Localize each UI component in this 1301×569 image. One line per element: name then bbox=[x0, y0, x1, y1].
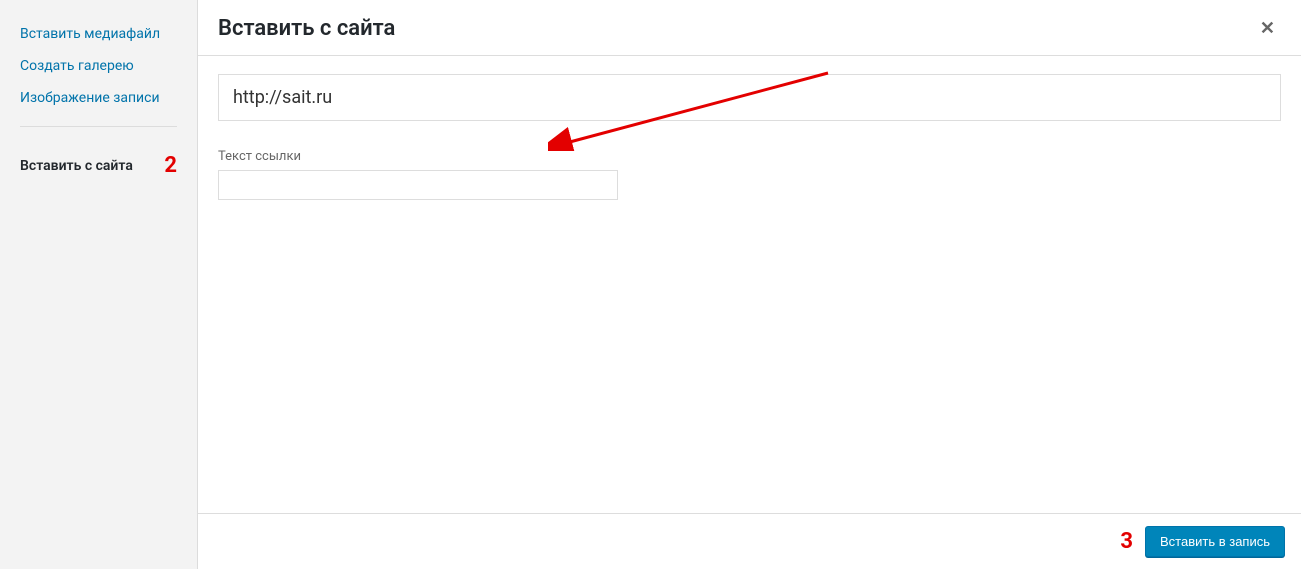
sidebar-item-create-gallery[interactable]: Создать галерею bbox=[0, 50, 197, 82]
annotation-step-2: 2 bbox=[164, 153, 177, 178]
dialog-header: Вставить с сайта ✕ bbox=[198, 0, 1301, 56]
url-input[interactable] bbox=[218, 74, 1281, 121]
sidebar-item-label: Создать галерею bbox=[20, 58, 134, 74]
sidebar-divider bbox=[20, 126, 177, 127]
close-icon[interactable]: ✕ bbox=[1254, 18, 1281, 39]
dialog-footer: 3 Вставить в запись bbox=[198, 513, 1301, 569]
sidebar: Вставить медиафайл Создать галерею Изобр… bbox=[0, 0, 198, 569]
sidebar-item-label: Вставить с сайта bbox=[20, 158, 133, 174]
dialog-content: Текст ссылки bbox=[198, 56, 1301, 513]
link-text-label: Текст ссылки bbox=[218, 149, 1281, 164]
dialog-title: Вставить с сайта bbox=[218, 16, 395, 41]
annotation-step-3: 3 bbox=[1120, 529, 1133, 554]
sidebar-item-label: Изображение записи bbox=[20, 90, 160, 106]
link-text-input[interactable] bbox=[218, 170, 618, 200]
sidebar-item-label: Вставить медиафайл bbox=[20, 26, 160, 42]
main-panel: Вставить с сайта ✕ Текст ссылки 3 Встави… bbox=[198, 0, 1301, 569]
insert-into-post-button[interactable]: Вставить в запись bbox=[1145, 526, 1285, 557]
sidebar-item-insert-media[interactable]: Вставить медиафайл bbox=[0, 18, 197, 50]
sidebar-item-insert-from-url[interactable]: Вставить с сайта 2 bbox=[0, 139, 197, 186]
sidebar-item-featured-image[interactable]: Изображение записи bbox=[0, 82, 197, 114]
